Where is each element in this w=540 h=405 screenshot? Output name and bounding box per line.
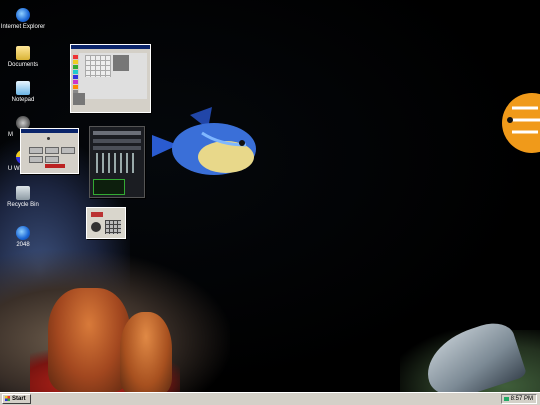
volume-fader[interactable]	[108, 153, 110, 173]
mixer-toolbar[interactable]	[93, 131, 141, 135]
knob-icon[interactable]	[91, 222, 101, 232]
volume-fader[interactable]	[126, 153, 128, 173]
notepad-icon	[16, 81, 30, 95]
desktop-icon-label: Documents	[7, 62, 39, 68]
network-icon[interactable]	[504, 397, 509, 401]
color-palette[interactable]	[73, 55, 78, 95]
start-button[interactable]: Start	[2, 394, 31, 404]
desktop: Internet Explorer Documents Notepad M U …	[0, 0, 540, 392]
internet-explorer-icon	[16, 8, 30, 22]
dialog-button[interactable]	[61, 147, 75, 154]
dialog-button[interactable]	[29, 147, 43, 154]
system-tray[interactable]: 8:57 PM	[501, 394, 537, 404]
volume-fader[interactable]	[120, 153, 122, 173]
preview-box-small	[73, 93, 85, 105]
dialog-button[interactable]	[45, 147, 59, 154]
mixer-controls[interactable]	[93, 139, 141, 143]
taskbar: Start 8:57 PM	[0, 392, 540, 405]
desktop-icon-label: Recycle Bin	[7, 202, 39, 208]
desktop-icon-label: 2048	[16, 242, 30, 248]
globe-icon	[16, 226, 30, 240]
indicator-icon	[47, 137, 50, 140]
pixel-grid[interactable]	[85, 55, 111, 77]
desktop-icon-label: Internet Explorer	[0, 24, 46, 30]
mixer-controls[interactable]	[93, 146, 141, 150]
start-button-label: Start	[12, 396, 26, 402]
dialog-window[interactable]	[20, 128, 79, 174]
background-orange-fish	[502, 93, 540, 153]
paint-window[interactable]	[70, 44, 151, 113]
drum-pads[interactable]	[105, 220, 121, 234]
clock[interactable]: 8:57 PM	[511, 396, 533, 402]
desktop-icon-2048[interactable]: 2048	[0, 226, 46, 249]
volume-fader[interactable]	[96, 153, 98, 173]
volume-fader[interactable]	[132, 153, 134, 173]
progress-indicator	[45, 164, 65, 168]
audio-mixer-window[interactable]	[89, 126, 145, 198]
window-titlebar[interactable]	[71, 45, 150, 49]
recycle-bin-icon	[16, 186, 30, 200]
background-blue-fish	[152, 107, 256, 175]
desktop-icon-recycle-bin[interactable]: Recycle Bin	[0, 186, 46, 209]
desktop-icon-label: Notepad	[11, 97, 35, 103]
background-sponge	[48, 288, 130, 392]
background-dolphin	[417, 316, 528, 392]
dialog-button[interactable]	[45, 156, 59, 163]
desktop-icon-documents[interactable]: Documents	[0, 46, 46, 69]
desktop-icon-notepad[interactable]: Notepad	[0, 81, 46, 104]
volume-fader[interactable]	[114, 153, 116, 173]
drum-machine-window[interactable]	[86, 207, 126, 239]
folder-icon	[16, 46, 30, 60]
background-sponge-small	[120, 312, 172, 392]
dialog-button[interactable]	[29, 156, 43, 163]
volume-fader[interactable]	[102, 153, 104, 173]
mixer-display	[93, 179, 125, 195]
window-titlebar[interactable]	[21, 129, 78, 133]
windows-logo-icon	[5, 396, 10, 401]
preview-box	[113, 55, 129, 71]
desktop-icon-internet-explorer[interactable]: Internet Explorer	[0, 8, 46, 31]
sampler-display	[91, 212, 103, 217]
